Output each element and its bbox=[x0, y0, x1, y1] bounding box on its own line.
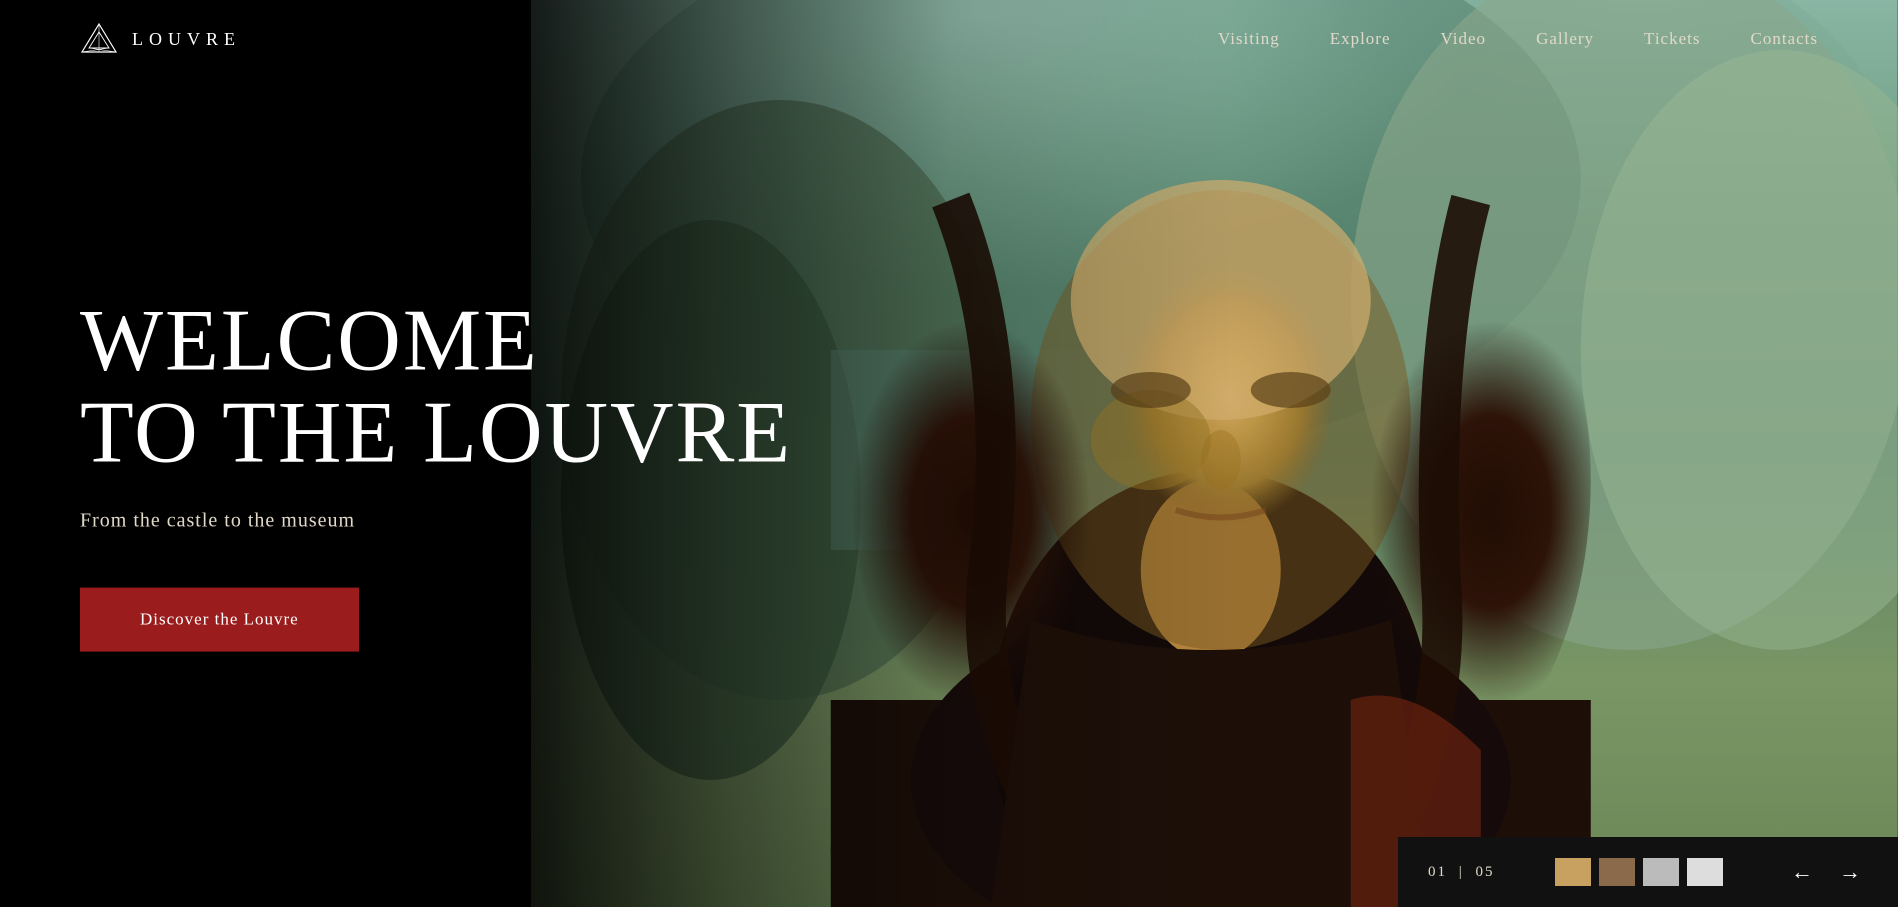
slide-thumb-4[interactable] bbox=[1687, 858, 1723, 886]
louvre-pyramid-icon bbox=[80, 22, 118, 56]
slide-thumbnails bbox=[1555, 858, 1723, 886]
slide-thumb-2[interactable] bbox=[1599, 858, 1635, 886]
hero-subtitle: From the castle to the museum bbox=[80, 510, 792, 533]
logo-link[interactable]: LOUVRE bbox=[80, 22, 241, 56]
nav-tickets[interactable]: Tickets bbox=[1644, 29, 1700, 49]
hero-title: WELCOME TO THE LOUVRE bbox=[80, 295, 792, 480]
hero-content: WELCOME TO THE LOUVRE From the castle to… bbox=[80, 295, 792, 652]
slide-thumb-3[interactable] bbox=[1643, 858, 1679, 886]
nav-gallery[interactable]: Gallery bbox=[1536, 29, 1594, 49]
nav-video[interactable]: Video bbox=[1441, 29, 1487, 49]
slideshow-arrows: ← → bbox=[1784, 854, 1868, 890]
slide-counter: 01 | 05 bbox=[1428, 864, 1495, 881]
nav-explore[interactable]: Explore bbox=[1330, 29, 1391, 49]
nav-contacts[interactable]: Contacts bbox=[1751, 29, 1819, 49]
next-slide-button[interactable]: → bbox=[1832, 854, 1868, 890]
hero-section: LOUVRE Visiting Explore Video Gallery Ti… bbox=[0, 0, 1898, 907]
slideshow-bottom-bar: 01 | 05 ← → bbox=[1398, 837, 1898, 907]
slide-thumb-1[interactable] bbox=[1555, 858, 1591, 886]
nav-visiting[interactable]: Visiting bbox=[1218, 29, 1280, 49]
site-header: LOUVRE Visiting Explore Video Gallery Ti… bbox=[0, 0, 1898, 78]
main-nav: Visiting Explore Video Gallery Tickets C… bbox=[1218, 29, 1818, 49]
logo-text: LOUVRE bbox=[132, 29, 241, 50]
discover-button[interactable]: Discover the Louvre bbox=[80, 588, 359, 652]
prev-slide-button[interactable]: ← bbox=[1784, 854, 1820, 890]
